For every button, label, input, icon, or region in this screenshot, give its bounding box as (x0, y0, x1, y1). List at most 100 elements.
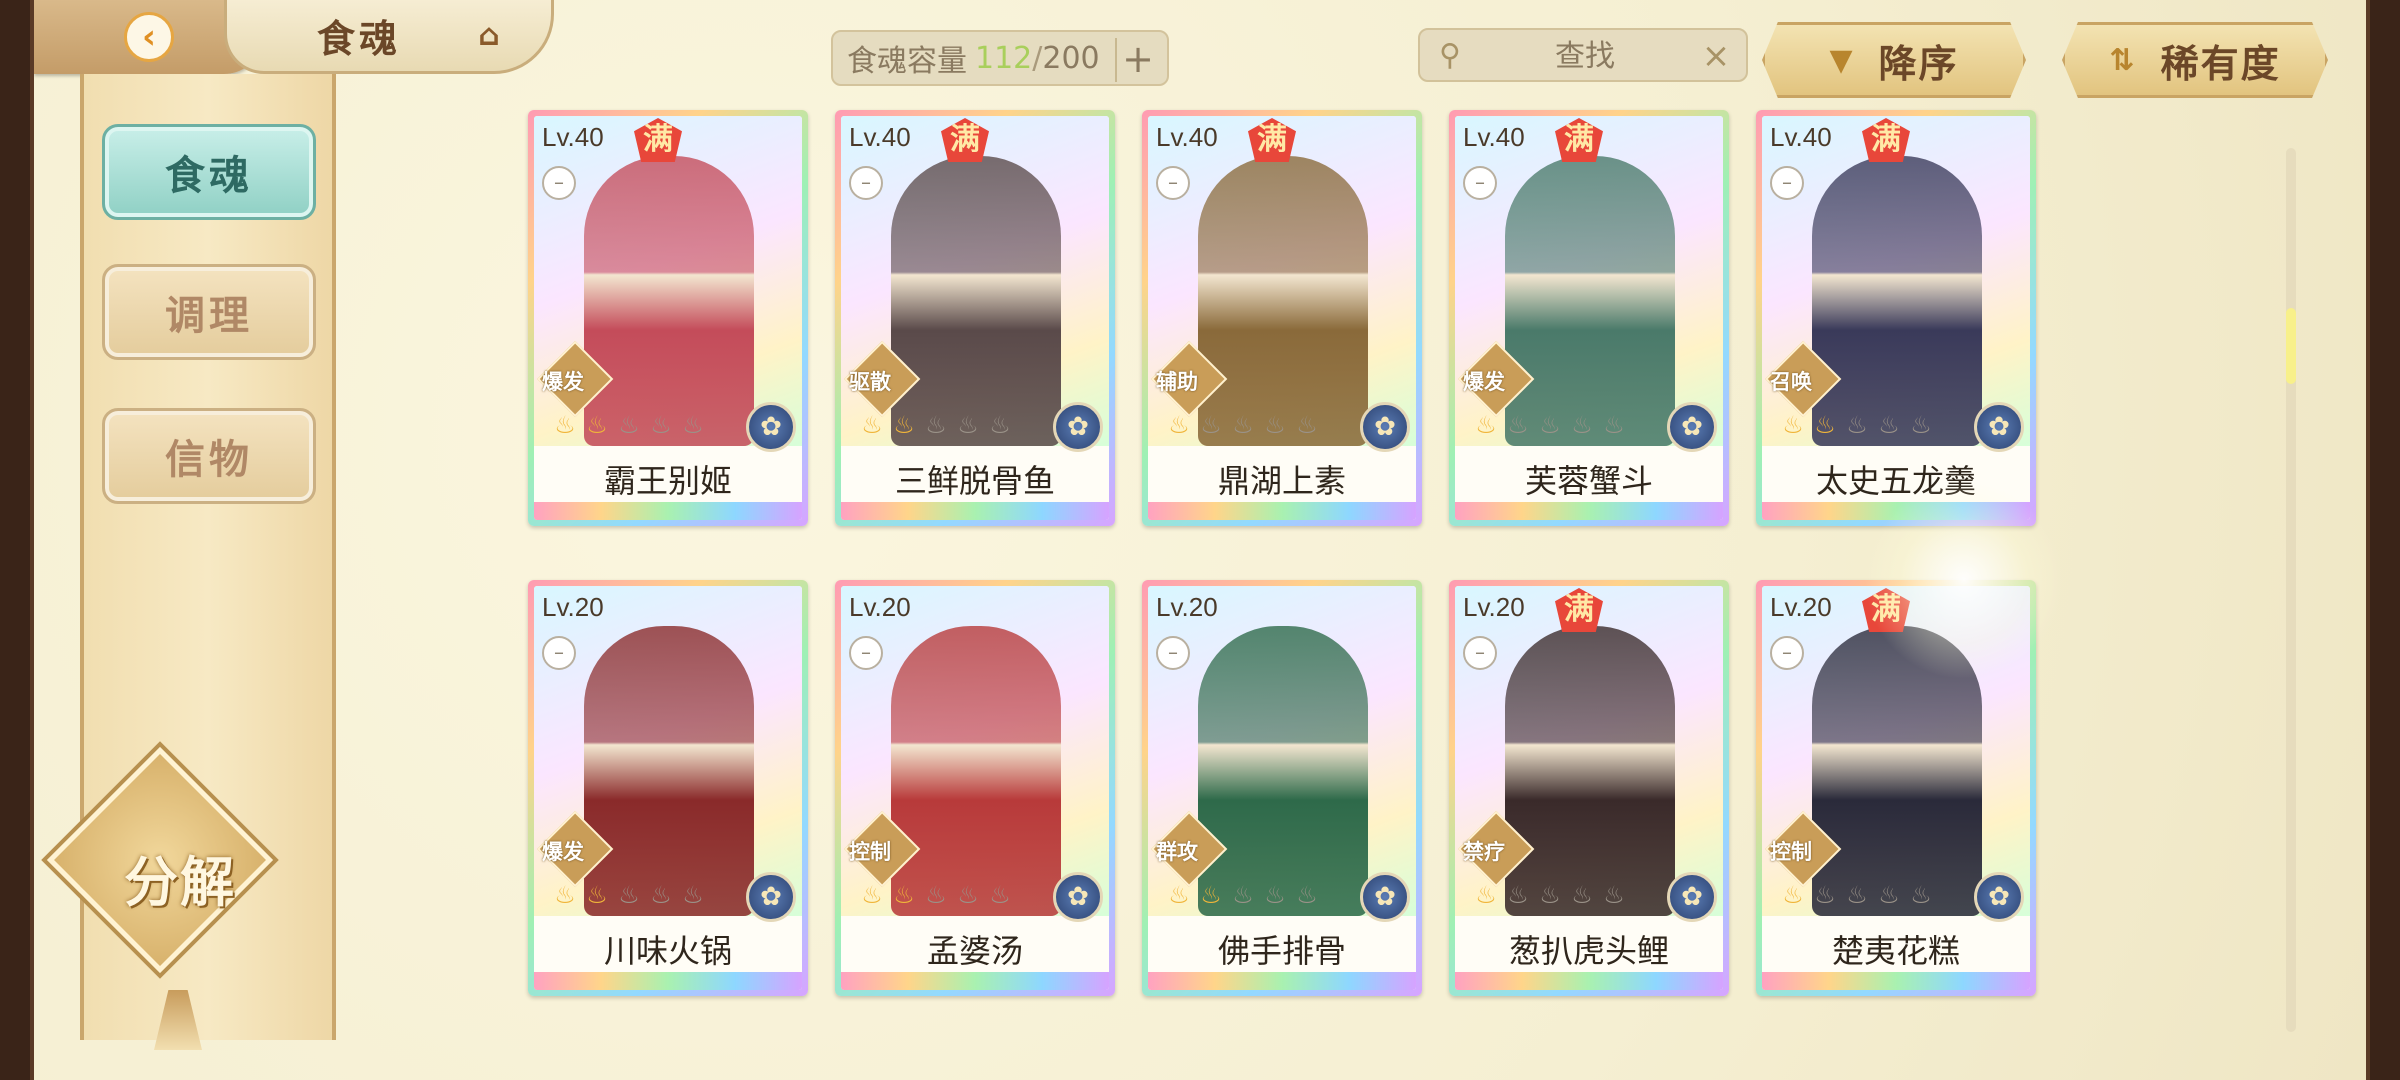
flame-star-icon: ♨ (1200, 411, 1222, 439)
soul-card[interactable]: Lv.40 满 – 召唤 ♨ ♨ ♨ ♨ ♨ ✿ 太史五龙羹 (1756, 110, 2036, 526)
sidebar-item-token[interactable]: 信物 (102, 408, 316, 504)
card-body: Lv.20 满 – 禁疗 ♨ ♨ ♨ ♨ ♨ ✿ 葱扒虎头鲤 (1455, 586, 1723, 990)
soul-card[interactable]: Lv.40 满 – 辅助 ♨ ♨ ♨ ♨ ♨ ✿ 鼎湖上素 (1142, 110, 1422, 526)
sort-order-button[interactable]: ▼ 降序 (1762, 22, 2026, 98)
sidebar-item-soul[interactable]: 食魂 (102, 124, 316, 220)
scrollbar[interactable] (2286, 148, 2296, 1032)
rarity-strip (1148, 972, 1416, 990)
flame-star-icon: ♨ (554, 411, 576, 439)
character-silhouette (1198, 156, 1368, 446)
flame-star-icon: ♨ (861, 881, 883, 909)
star-rating: ♨ ♨ ♨ ♨ ♨ (1471, 410, 1629, 440)
sparkle-effect (1864, 480, 2064, 680)
flame-star-icon: ♨ (1475, 411, 1497, 439)
flame-star-icon: ♨ (1200, 881, 1222, 909)
flame-star-icon: ♨ (893, 881, 915, 909)
flame-star-icon: ♨ (893, 411, 915, 439)
flame-star-icon: ♨ (1232, 411, 1254, 439)
flame-star-icon: ♨ (1475, 881, 1497, 909)
role-circle-icon: – (1770, 166, 1804, 200)
flame-star-icon: ♨ (1168, 411, 1190, 439)
flame-star-icon: ♨ (1571, 881, 1593, 909)
rarity-strip (1148, 502, 1416, 520)
card-body: Lv.20 – 群攻 ♨ ♨ ♨ ♨ ♨ ✿ 佛手排骨 (1148, 586, 1416, 990)
card-level: Lv.20 (1770, 592, 1832, 622)
character-silhouette (584, 156, 754, 446)
role-circle-icon: – (849, 636, 883, 670)
role-circle-icon: – (542, 166, 576, 200)
sidebar-item-tuning[interactable]: 调理 (102, 264, 316, 360)
flame-star-icon: ♨ (1507, 411, 1529, 439)
app-frame: ‹ 食魂 ⌂ 食魂容量 112 / 200 + ⚲ × ▼ 降序 ⇅ 稀有度 食… (30, 0, 2370, 1080)
card-name: 川味火锅 (603, 932, 732, 970)
soul-card[interactable]: Lv.40 满 – 爆发 ♨ ♨ ♨ ♨ ♨ ✿ 霸王别姬 (528, 110, 808, 526)
element-emblem-icon: ✿ (1667, 872, 1717, 922)
sort-key-button[interactable]: ⇅ 稀有度 (2062, 22, 2328, 98)
card-name: 楚夷花糕 (1831, 932, 1960, 970)
search-input[interactable] (1480, 34, 1690, 78)
rarity-strip (534, 502, 802, 520)
flame-star-icon: ♨ (682, 411, 704, 439)
rarity-strip (841, 502, 1109, 520)
search-icon: ⚲ (1439, 38, 1461, 73)
flame-star-icon: ♨ (1296, 411, 1318, 439)
flame-star-icon: ♨ (957, 881, 979, 909)
element-emblem-icon: ✿ (1360, 402, 1410, 452)
character-silhouette (1505, 156, 1675, 446)
role-tag-label: 控制 (1770, 840, 1812, 864)
element-emblem-icon: ✿ (1974, 872, 2024, 922)
card-name: 霸王别姬 (603, 462, 732, 500)
flame-star-icon: ♨ (1264, 881, 1286, 909)
sidebar-item-label: 食魂 (165, 153, 253, 199)
role-circle-icon: – (1463, 636, 1497, 670)
sort-order-label: 降序 (1878, 41, 1959, 86)
capacity-current: 112 (975, 40, 1033, 76)
role-circle-icon: – (1156, 166, 1190, 200)
soul-card[interactable]: Lv.20 满 – 禁疗 ♨ ♨ ♨ ♨ ♨ ✿ 葱扒虎头鲤 (1449, 580, 1729, 996)
role-tag-label: 召唤 (1770, 370, 1812, 394)
card-level: Lv.40 (542, 122, 604, 152)
role-circle-icon: – (1156, 636, 1190, 670)
page-title: 食魂 (317, 17, 402, 61)
element-emblem-icon: ✿ (1053, 872, 1103, 922)
soul-capacity: 食魂容量 112 / 200 + (831, 30, 1169, 86)
card-name: 鼎湖上素 (1217, 462, 1346, 500)
role-tag-label: 禁疗 (1463, 840, 1505, 864)
expand-capacity-button[interactable]: + (1115, 38, 1159, 82)
card-level: Lv.40 (849, 122, 911, 152)
pavilion-icon[interactable]: ⌂ (471, 16, 511, 56)
flame-star-icon: ♨ (1571, 411, 1593, 439)
flame-star-icon: ♨ (1232, 881, 1254, 909)
swap-icon: ⇅ (2109, 42, 2137, 78)
soul-card[interactable]: Lv.40 满 – 爆发 ♨ ♨ ♨ ♨ ♨ ✿ 芙蓉蟹斗 (1449, 110, 1729, 526)
character-silhouette (1505, 626, 1675, 916)
search-box: ⚲ × (1418, 28, 1748, 82)
flame-star-icon: ♨ (650, 411, 672, 439)
star-rating: ♨ ♨ ♨ ♨ ♨ (1471, 880, 1629, 910)
star-rating: ♨ ♨ ♨ ♨ ♨ (857, 410, 1015, 440)
clear-icon[interactable]: × (1696, 36, 1736, 76)
flame-star-icon: ♨ (1910, 411, 1932, 439)
character-silhouette (584, 626, 754, 916)
card-name: 葱扒虎头鲤 (1508, 932, 1669, 970)
flame-star-icon: ♨ (650, 881, 672, 909)
soul-card[interactable]: Lv.40 满 – 驱散 ♨ ♨ ♨ ♨ ♨ ✿ 三鲜脱骨鱼 (835, 110, 1115, 526)
flame-star-icon: ♨ (1782, 881, 1804, 909)
star-rating: ♨ ♨ ♨ ♨ ♨ (1164, 410, 1322, 440)
character-silhouette (1812, 156, 1982, 446)
soul-card[interactable]: Lv.20 – 爆发 ♨ ♨ ♨ ♨ ♨ ✿ 川味火锅 (528, 580, 808, 996)
flame-star-icon: ♨ (1603, 881, 1625, 909)
card-body: Lv.40 满 – 召唤 ♨ ♨ ♨ ♨ ♨ ✿ 太史五龙羹 (1762, 116, 2030, 520)
flame-star-icon: ♨ (1910, 881, 1932, 909)
flame-star-icon: ♨ (1814, 411, 1836, 439)
flame-star-icon: ♨ (586, 411, 608, 439)
scrollbar-thumb[interactable] (2286, 308, 2296, 384)
rarity-strip (1455, 502, 1723, 520)
card-level: Lv.40 (1156, 122, 1218, 152)
capacity-separator: / (1032, 40, 1043, 76)
decompose-label[interactable]: 分解 (100, 838, 260, 914)
flame-star-icon: ♨ (1846, 411, 1868, 439)
soul-card[interactable]: Lv.20 – 控制 ♨ ♨ ♨ ♨ ♨ ✿ 孟婆汤 (835, 580, 1115, 996)
soul-card[interactable]: Lv.20 – 群攻 ♨ ♨ ♨ ♨ ♨ ✿ 佛手排骨 (1142, 580, 1422, 996)
flame-star-icon: ♨ (989, 411, 1011, 439)
